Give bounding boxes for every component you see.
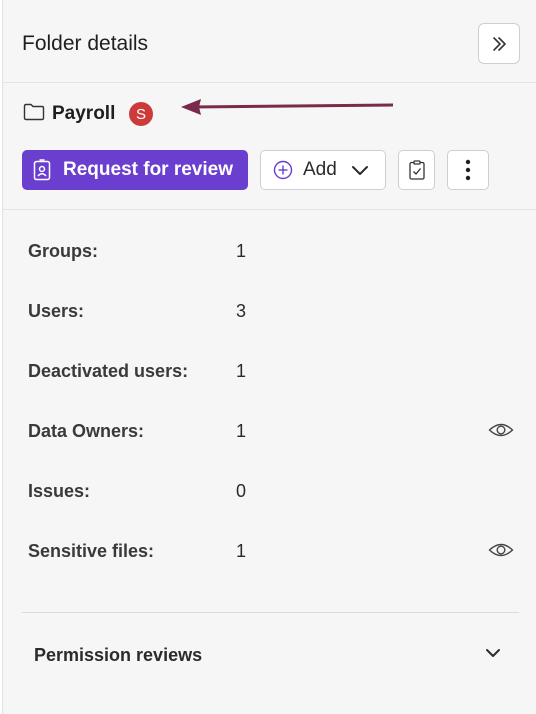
- more-options-button[interactable]: [447, 150, 489, 190]
- detail-row-data-owners: Data Owners: 1: [3, 411, 536, 451]
- folder-icon: [23, 103, 45, 121]
- detail-label: Groups:: [28, 241, 98, 261]
- detail-label: Users:: [28, 301, 85, 321]
- detail-row-deactivated-users: Deactivated users: 1: [3, 351, 536, 391]
- detail-label: Data Owners:: [28, 421, 145, 441]
- detail-label: Issues:: [28, 481, 91, 501]
- clipboard-button[interactable]: [398, 150, 435, 190]
- more-vertical-icon: [465, 159, 471, 181]
- accordion-label: Permission reviews: [34, 645, 203, 665]
- folder-summary: Payroll S Request for review Add: [3, 84, 536, 210]
- add-label: Add: [303, 159, 337, 180]
- detail-value: 1: [236, 241, 247, 261]
- sensitivity-badge: S: [129, 102, 153, 126]
- eye-icon[interactable]: [488, 540, 514, 560]
- panel-title: Folder details: [22, 32, 149, 55]
- add-dropdown-button[interactable]: Add: [260, 150, 386, 190]
- panel-header: Folder details: [3, 0, 536, 83]
- detail-row-users: Users: 3: [3, 291, 536, 331]
- collapse-panel-button[interactable]: [478, 23, 520, 64]
- request-for-review-button[interactable]: Request for review: [22, 150, 248, 190]
- detail-row-sensitive-files: Sensitive files: 1: [3, 531, 536, 571]
- detail-row-issues: Issues: 0: [3, 471, 536, 511]
- chevron-down-icon: [351, 164, 369, 176]
- folder-name: Payroll: [52, 103, 116, 124]
- detail-value: 1: [236, 361, 247, 381]
- detail-value: 1: [236, 421, 247, 441]
- detail-value: 0: [236, 481, 247, 501]
- detail-label: Sensitive files:: [28, 541, 155, 561]
- badge-person-icon: [33, 159, 51, 181]
- request-for-review-label: Request for review: [63, 159, 233, 180]
- detail-row-groups: Groups: 1: [3, 231, 536, 271]
- double-chevron-right-icon: [493, 36, 506, 51]
- detail-value: 3: [236, 301, 247, 321]
- eye-icon[interactable]: [488, 420, 514, 440]
- detail-value: 1: [236, 541, 247, 561]
- clipboard-check-icon: [408, 160, 425, 180]
- plus-circle-icon: [273, 160, 293, 180]
- detail-label: Deactivated users:: [28, 361, 189, 381]
- annotation-arrow-icon: [181, 99, 394, 115]
- folder-details-panel: Folder details Payroll S Request for rev…: [2, 0, 536, 714]
- chevron-down-icon: [486, 649, 500, 657]
- permission-reviews-accordion[interactable]: Permission reviews: [22, 613, 519, 693]
